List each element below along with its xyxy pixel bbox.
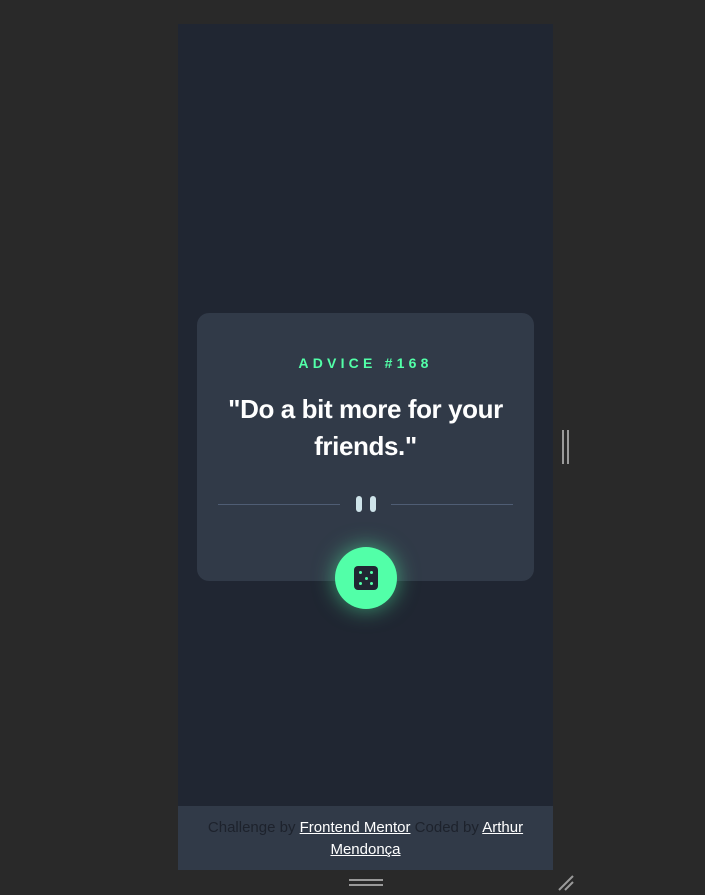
new-advice-button[interactable] — [335, 547, 397, 609]
divider-line-left — [218, 504, 340, 505]
pattern-divider — [218, 496, 513, 512]
coded-prefix: Coded by — [410, 819, 483, 836]
advice-id-label: ADVICE #168 — [298, 355, 433, 371]
resize-handle-corner[interactable] — [557, 874, 575, 892]
resize-handle-right[interactable] — [562, 430, 570, 464]
dice-icon — [354, 566, 378, 590]
app-viewport: ADVICE #168 "Do a bit more for your frie… — [178, 24, 553, 870]
attribution-footer: Challenge by Frontend Mentor Coded by Ar… — [178, 806, 553, 870]
frontend-mentor-link[interactable]: Frontend Mentor — [300, 819, 411, 836]
advice-quote: "Do a bit more for your friends." — [228, 394, 503, 461]
resize-handle-bottom[interactable] — [349, 879, 383, 887]
advice-card: ADVICE #168 "Do a bit more for your frie… — [197, 313, 534, 581]
challenge-prefix: Challenge by — [207, 819, 300, 836]
divider-line-right — [391, 504, 513, 505]
pause-icon — [356, 496, 376, 512]
